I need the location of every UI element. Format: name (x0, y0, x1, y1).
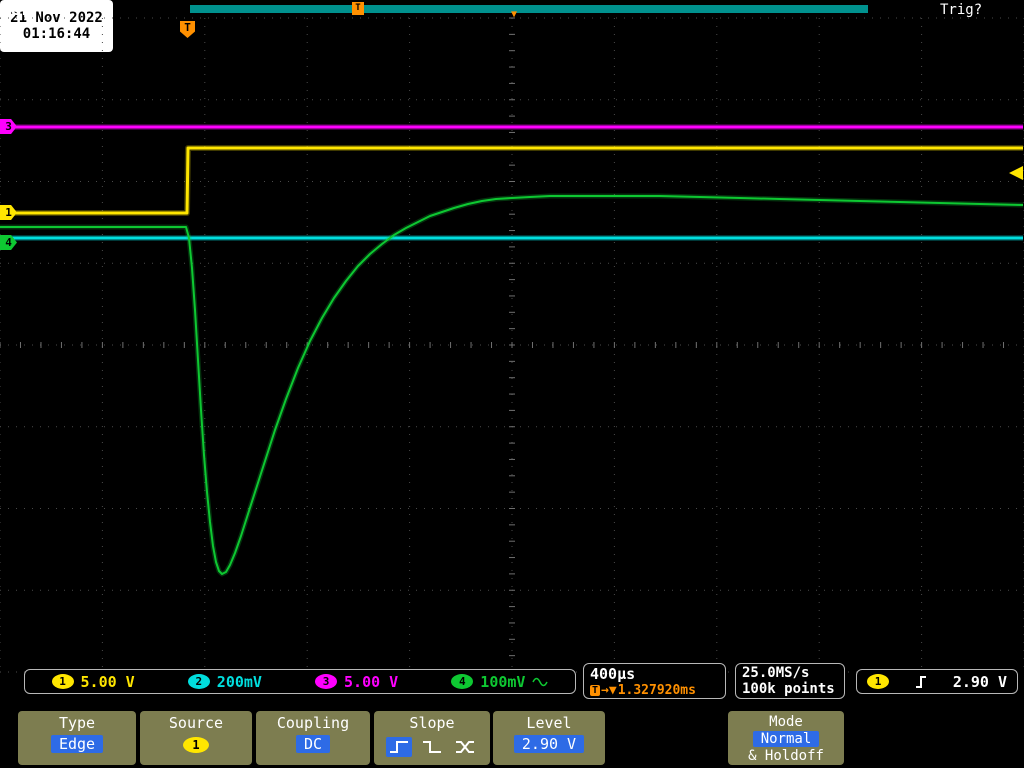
rising-edge-icon (915, 675, 926, 688)
record-length: 100k points (742, 681, 835, 697)
ch1-scale-readout: 1 5.00 V (51, 672, 135, 691)
record-view-position-icon: ▼ (511, 9, 518, 20)
menu-coupling-title: Coupling (276, 714, 350, 732)
record-trigger-position-icon[interactable]: T (352, 2, 364, 15)
trigger-time-value: 1.327920ms (617, 683, 696, 698)
menu-mode-title: Mode (769, 714, 803, 730)
acquisition-status: Run (38, 2, 64, 18)
menu-source-title: Source (168, 714, 224, 732)
menu-slope-button[interactable]: Slope (374, 711, 490, 765)
slope-rising-icon[interactable] (386, 737, 412, 757)
ch4-scale-readout: 4 100mV (451, 672, 549, 691)
ac-coupling-icon (532, 677, 549, 686)
ch2-scale-readout: 2 200mV (187, 672, 262, 691)
trigger-time-arrow: →▼ (601, 683, 617, 698)
slope-options (386, 737, 478, 757)
ch4-scale-value: 100mV (480, 672, 526, 691)
menu-level-title: Level (526, 714, 572, 732)
menu-source-channel-badge: 1 (183, 737, 209, 753)
sample-rate: 25.0MS/s (742, 665, 810, 681)
channel-scale-readouts: 1 5.00 V 2 200mV 3 5.00 V 4 100mV (24, 669, 576, 694)
ch1-scale-value: 5.00 V (80, 672, 135, 691)
tek-logo: Tek (2, 0, 33, 19)
menu-type-title: Type (58, 714, 96, 732)
trigger-time-readout: T →▼ 1.327920ms (590, 683, 725, 698)
menu-source-button[interactable]: Source 1 (140, 711, 252, 765)
slope-falling-icon[interactable] (419, 737, 445, 757)
trigger-level-arrow-icon[interactable] (1009, 166, 1023, 180)
oscilloscope-screen: Tek Run T ▼ Trig? 3 1 4 T 1 5.00 V 2 200… (0, 0, 1024, 768)
graticule-and-waveforms (0, 17, 1024, 673)
menu-mode-button[interactable]: Mode Normal & Holdoff (728, 711, 844, 765)
menu-mode-value: Normal (752, 731, 820, 747)
record-view-bar[interactable] (190, 5, 868, 13)
trigger-source-badge: 1 (867, 674, 889, 689)
timebase-scale: 400µs (590, 665, 636, 683)
menu-level-value: 2.90 V (513, 735, 585, 753)
trigger-status: Trig? (940, 2, 983, 18)
menu-type-value: Edge (50, 735, 104, 753)
ch3-scale-readout: 3 5.00 V (315, 673, 398, 691)
trigger-time-t-icon: T (590, 685, 601, 696)
ch1-badge: 1 (51, 674, 74, 689)
ch3-badge: 3 (315, 674, 338, 689)
ch4-badge: 4 (451, 674, 474, 689)
acquisition-readout: 25.0MS/s 100k points (735, 663, 845, 699)
slope-either-icon[interactable] (452, 737, 478, 757)
timebase-readout: 400µs T →▼ 1.327920ms (583, 663, 726, 699)
menu-type-button[interactable]: Type Edge (18, 711, 136, 765)
trigger-level-value: 2.90 V (952, 672, 1007, 691)
menu-level-button[interactable]: Level 2.90 V (493, 711, 605, 765)
menu-coupling-button[interactable]: Coupling DC (256, 711, 370, 765)
ch3-scale-value: 5.00 V (344, 672, 399, 691)
menu-slope-title: Slope (409, 714, 455, 732)
ch2-scale-value: 200mV (216, 672, 262, 691)
menu-coupling-value: DC (295, 735, 331, 753)
menu-mode-suffix: & Holdoff (748, 748, 824, 764)
trigger-readout: 1 2.90 V (856, 669, 1018, 694)
ch2-badge: 2 (187, 674, 210, 689)
